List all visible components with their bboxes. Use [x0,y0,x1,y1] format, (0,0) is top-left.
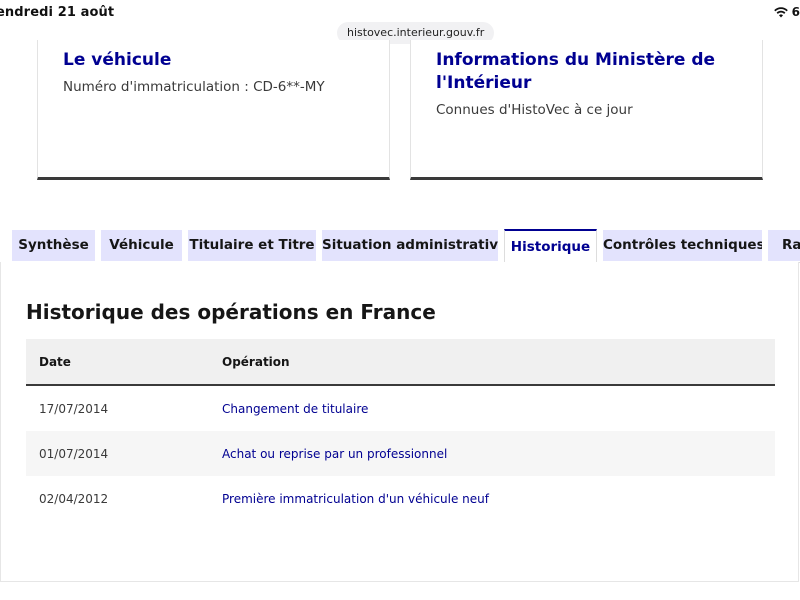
ministere-card: Informations du Ministère de l'Intérieur… [410,40,763,180]
tab-synthese[interactable]: Synthèse [12,230,95,261]
ministere-card-title: Informations du Ministère de l'Intérieur [436,50,716,93]
row-operation: Première immatriculation d'un véhicule n… [222,491,489,506]
row-date: 01/07/2014 [39,446,109,461]
vehicle-card: Le véhicule Numéro d'immatriculation : C… [37,40,390,180]
tab-situation-administrative[interactable]: Situation administrative [322,230,498,261]
tab-bar: Synthèse Véhicule Titulaire et Titre Sit… [0,229,800,263]
section-title: Historique des opérations en France [26,300,436,324]
wifi-icon [773,6,788,17]
page: endredi 21 août 6 histovec.interieur.gou… [0,0,800,600]
status-date: endredi 21 août [0,5,115,20]
tab-controles-techniques[interactable]: Contrôles techniques [603,230,762,261]
history-table: Date Opération 17/07/2014 Changement de … [26,339,775,521]
row-date: 02/04/2012 [39,491,109,506]
row-date: 17/07/2014 [39,401,109,416]
row-operation: Changement de titulaire [222,401,369,416]
table-row: 01/07/2014 Achat ou reprise par un profe… [26,431,775,476]
table-row: 17/07/2014 Changement de titulaire [26,385,775,431]
tab-historique[interactable]: Historique [504,229,597,262]
plate-number: Numéro d'immatriculation : CD-6**-MY [63,79,325,95]
ministere-card-subtitle: Connues d'HistoVec à ce jour [436,102,633,118]
tab-titulaire-et-titre[interactable]: Titulaire et Titre [188,230,316,261]
status-indicators: 6 [773,5,800,19]
battery-level: 6 [791,5,800,19]
column-header-date: Date [39,354,71,369]
table-row: 02/04/2012 Première immatriculation d'un… [26,476,775,521]
tab-vehicule[interactable]: Véhicule [101,230,182,261]
tab-rapport[interactable]: Rap [768,230,800,261]
historique-panel: Historique des opérations en France Date… [0,262,799,582]
column-header-operation: Opération [222,354,290,369]
table-header-row: Date Opération [26,339,775,385]
row-operation: Achat ou reprise par un professionnel [222,446,448,461]
vehicle-card-title: Le véhicule [63,50,172,70]
